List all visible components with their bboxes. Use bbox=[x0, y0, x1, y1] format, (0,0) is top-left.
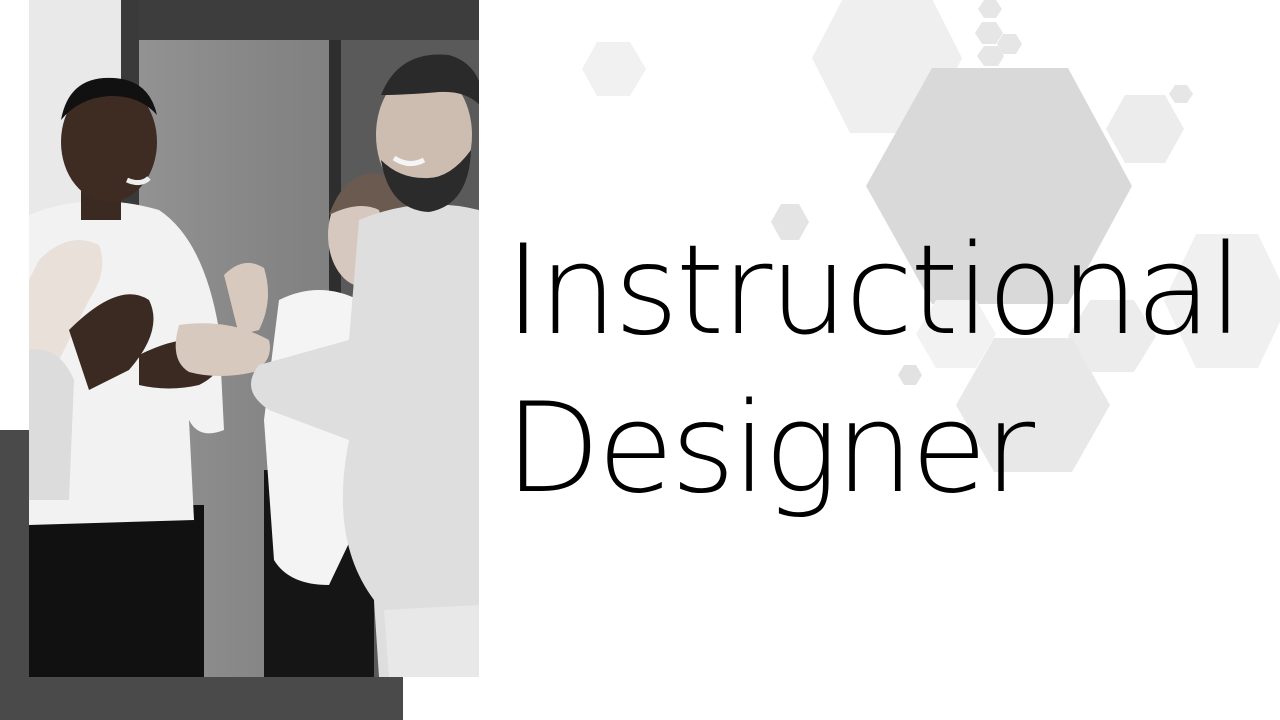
hexagon-shape bbox=[1106, 95, 1184, 163]
hexagon-shape bbox=[1169, 85, 1193, 103]
hexagon-shape bbox=[582, 42, 646, 96]
slide-title: Instructional Designer bbox=[505, 212, 1243, 528]
slide-title-line-1: Instructional bbox=[505, 219, 1243, 363]
hexagon-shape bbox=[977, 46, 1004, 66]
slide: Instructional Designer bbox=[0, 0, 1280, 720]
hexagon-shape bbox=[975, 22, 1003, 44]
team-photo-illustration bbox=[29, 0, 479, 677]
slide-title-line-2: Designer bbox=[505, 377, 1035, 521]
hexagon-shape bbox=[978, 0, 1002, 18]
team-photo bbox=[29, 0, 479, 677]
